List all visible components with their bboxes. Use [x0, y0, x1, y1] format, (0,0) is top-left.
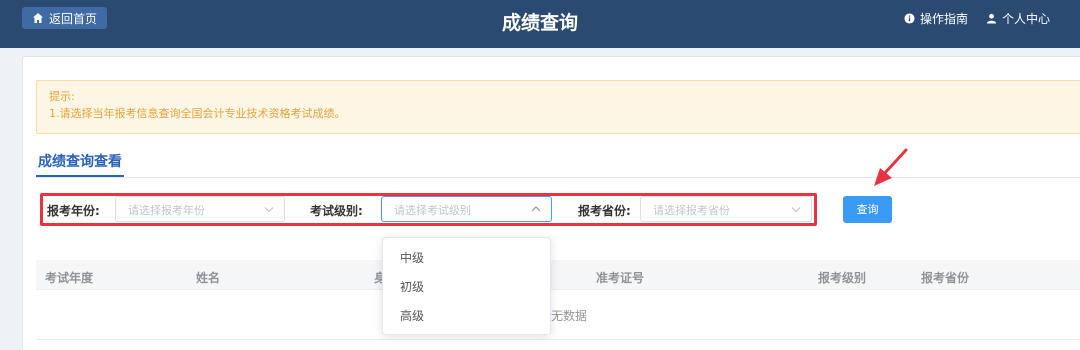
- dropdown-option-senior[interactable]: 高级: [383, 302, 550, 331]
- dropdown-option-intermediate[interactable]: 中级: [383, 244, 550, 273]
- level-dropdown: 中级 初级 高级: [382, 237, 551, 335]
- province-select[interactable]: 请选择报考省份: [640, 196, 812, 222]
- personal-center-label: 个人中心: [1001, 12, 1050, 26]
- guide-label: 操作指南: [919, 12, 968, 26]
- user-icon: [986, 13, 997, 24]
- notice-box: 提示: 1.请选择当年报考信息查询全国会计专业技术资格考试成绩。: [36, 80, 1080, 134]
- personal-center-link[interactable]: 个人中心: [986, 10, 1050, 27]
- year-select[interactable]: 请选择报考年份: [115, 196, 285, 222]
- notice-heading: 提示:: [49, 90, 75, 103]
- empty-text: 无数据: [551, 309, 588, 323]
- tab-score-query[interactable]: 成绩查询查看: [36, 151, 124, 177]
- col-exam-year: 考试年度: [45, 271, 94, 285]
- chevron-down-icon: [791, 207, 801, 213]
- level-label: 考试级别:: [310, 204, 363, 218]
- top-bar: 返回首页 成绩查询 操作指南 个人中心: [0, 0, 1080, 48]
- notice-line: 1.请选择当年报考信息查询全国会计专业技术资格考试成绩。: [49, 107, 346, 120]
- dropdown-option-junior[interactable]: 初级: [383, 273, 550, 302]
- col-province: 报考省份: [921, 271, 970, 285]
- col-admission-number: 准考证号: [596, 271, 645, 285]
- year-label: 报考年份:: [47, 204, 100, 218]
- annotation-arrow-icon: [874, 148, 908, 186]
- col-exam-level: 报考级别: [818, 271, 867, 285]
- tab-divider: [36, 177, 1080, 178]
- info-icon: [904, 13, 915, 24]
- guide-link[interactable]: 操作指南: [904, 10, 968, 27]
- chevron-down-icon: [264, 207, 274, 213]
- province-label: 报考省份:: [578, 204, 631, 218]
- level-placeholder: 请选择考试级别: [394, 204, 471, 217]
- col-name: 姓名: [196, 271, 221, 285]
- province-placeholder: 请选择报考省份: [653, 204, 730, 217]
- year-placeholder: 请选择报考年份: [128, 204, 205, 217]
- level-select[interactable]: 请选择考试级别: [381, 196, 552, 222]
- chevron-up-icon: [531, 206, 541, 212]
- query-button[interactable]: 查询: [843, 196, 892, 223]
